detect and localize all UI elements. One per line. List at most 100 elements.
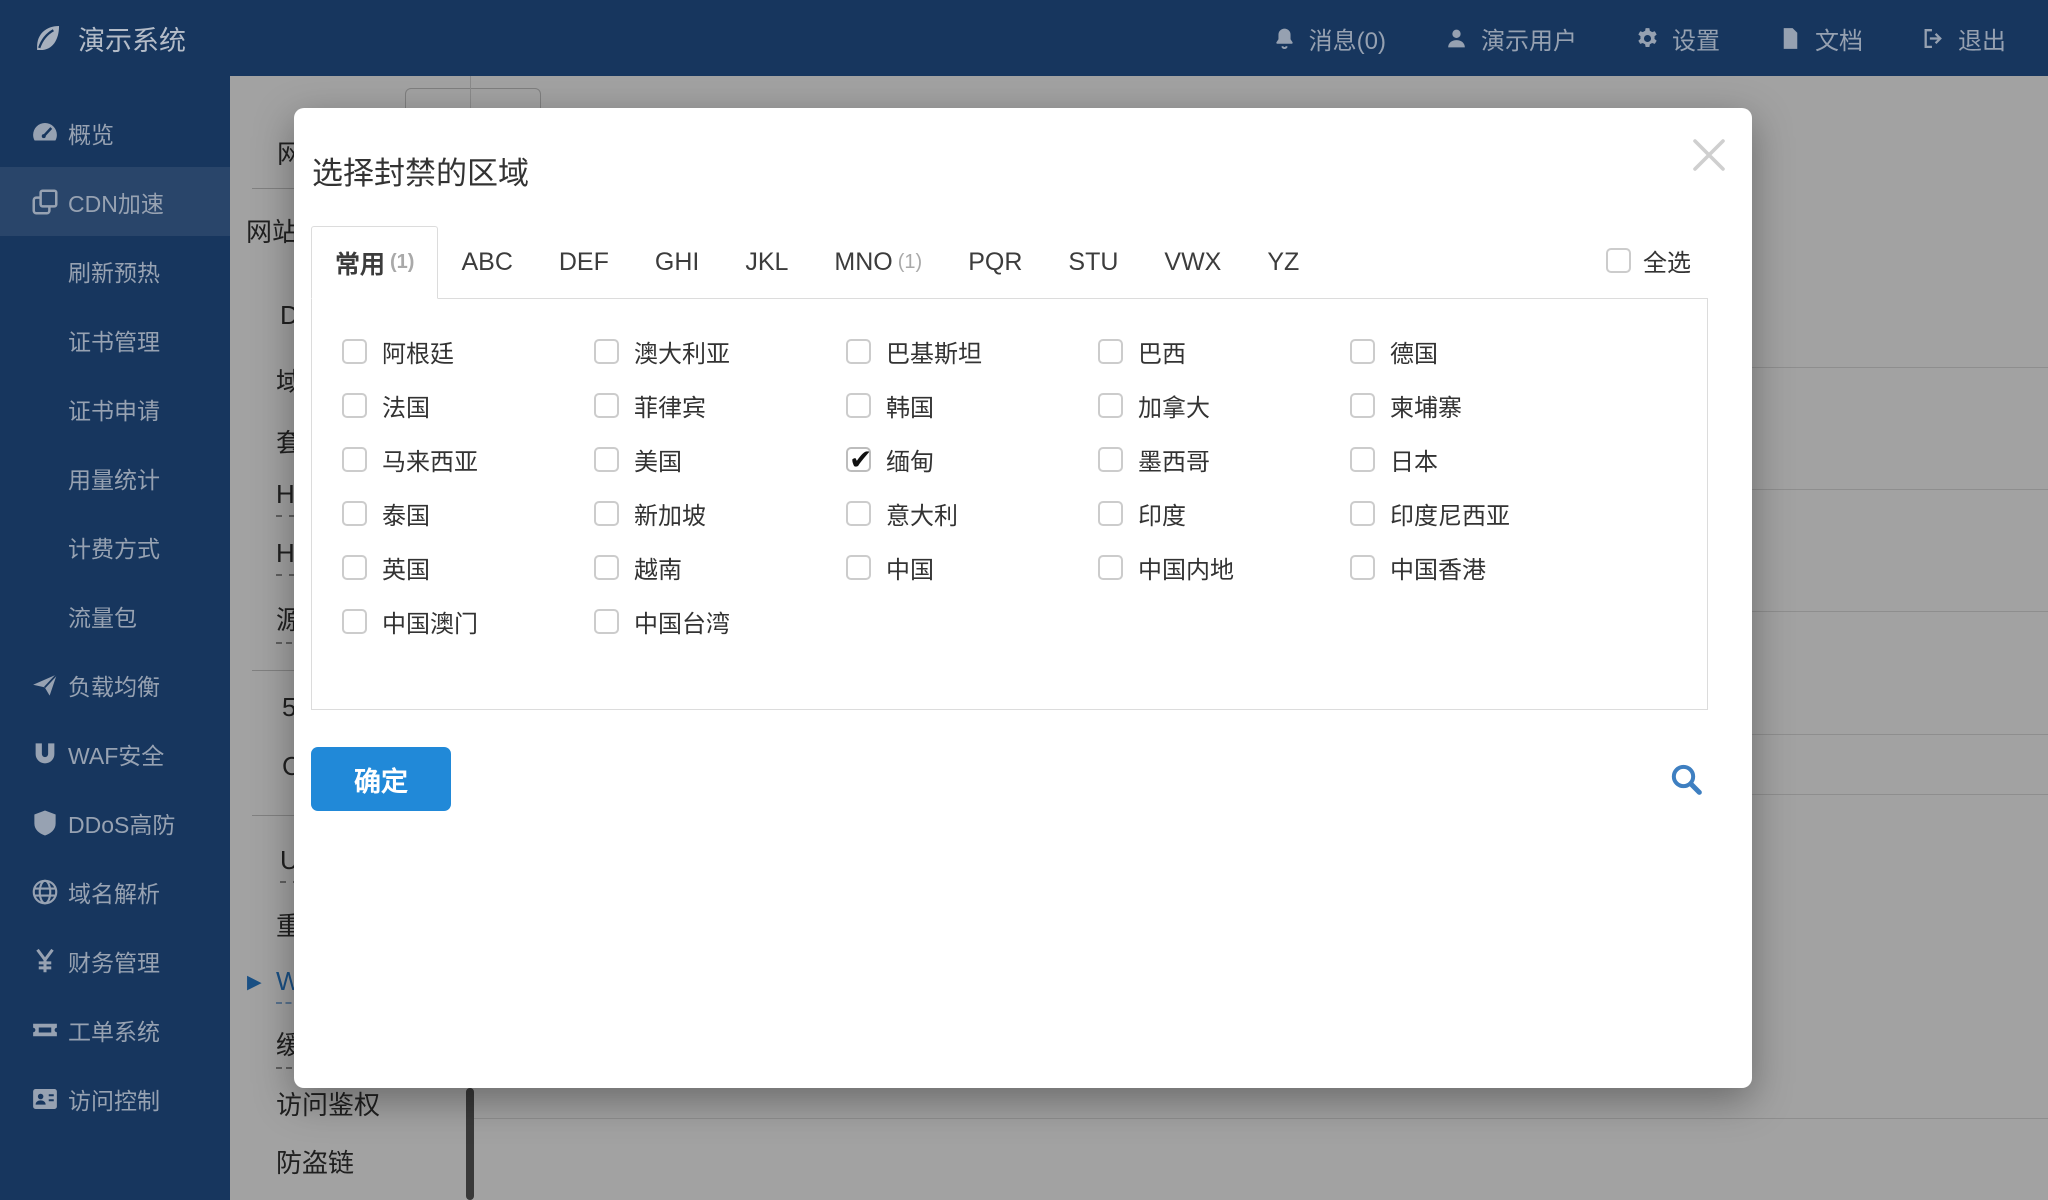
region-checkbox-item[interactable]: 缅甸 <box>846 432 1098 486</box>
region-checkbox[interactable] <box>342 393 367 418</box>
region-checkbox[interactable] <box>594 501 619 526</box>
tab-ghi[interactable]: GHI <box>632 226 722 299</box>
region-checkbox-item[interactable]: 韩国 <box>846 378 1098 432</box>
region-checkbox[interactable] <box>846 555 871 580</box>
region-checkbox[interactable] <box>1350 555 1375 580</box>
region-checkbox[interactable] <box>342 339 367 364</box>
region-checkbox-item[interactable]: 新加坡 <box>594 486 846 540</box>
region-checkbox[interactable] <box>1350 447 1375 472</box>
region-checkbox-item[interactable]: 日本 <box>1350 432 1602 486</box>
sidebar-item-finance[interactable]: 财务管理 <box>0 926 230 995</box>
region-checkbox[interactable] <box>846 339 871 364</box>
region-checkbox-item[interactable]: 印度 <box>1098 486 1350 540</box>
region-checkbox-item[interactable]: 印度尼西亚 <box>1350 486 1602 540</box>
search-button[interactable] <box>1666 759 1706 799</box>
region-checkbox[interactable] <box>594 609 619 634</box>
tab-abc[interactable]: ABC <box>438 226 535 299</box>
region-checkbox-item[interactable]: 美国 <box>594 432 846 486</box>
region-checkbox[interactable] <box>594 339 619 364</box>
sidebar-item-dns[interactable]: 域名解析 <box>0 857 230 926</box>
region-checkbox-item[interactable]: 澳大利亚 <box>594 324 846 378</box>
sidebar-item-usage[interactable]: 用量统计 <box>0 443 230 512</box>
tab-jkl[interactable]: JKL <box>722 226 811 299</box>
region-checkbox-item[interactable]: 中国香港 <box>1350 540 1602 594</box>
region-checkbox[interactable] <box>1350 339 1375 364</box>
tab-pqr[interactable]: PQR <box>945 226 1045 299</box>
select-all-checkbox[interactable] <box>1606 248 1631 273</box>
gauge-icon <box>27 118 63 148</box>
region-label: 中国 <box>886 550 934 585</box>
sidebar-item-ddos[interactable]: DDoS高防 <box>0 788 230 857</box>
tab-def[interactable]: DEF <box>536 226 632 299</box>
region-checkbox-item[interactable]: 英国 <box>342 540 594 594</box>
plane-icon <box>27 670 63 700</box>
region-checkbox[interactable] <box>846 447 871 472</box>
user-icon <box>1444 26 1469 51</box>
region-checkbox[interactable] <box>1098 555 1123 580</box>
region-checkbox-item[interactable]: 巴西 <box>1098 324 1350 378</box>
region-checkbox-item[interactable]: 墨西哥 <box>1098 432 1350 486</box>
region-checkbox[interactable] <box>342 447 367 472</box>
magnet-icon <box>27 739 63 769</box>
close-icon <box>1685 131 1733 179</box>
region-checkbox[interactable] <box>594 447 619 472</box>
nav-item-settings[interactable]: 设置 <box>1635 21 1720 56</box>
sidebar-item-access[interactable]: 访问控制 <box>0 1064 230 1133</box>
region-checkbox-item[interactable]: 越南 <box>594 540 846 594</box>
region-label: 美国 <box>634 442 682 477</box>
regions-panel: 阿根廷 澳大利亚 巴基斯坦 巴西 德国 法国 <box>311 298 1708 710</box>
confirm-button[interactable]: 确定 <box>311 747 451 811</box>
sidebar-item-refresh[interactable]: 刷新预热 <box>0 236 230 305</box>
region-checkbox-item[interactable]: 菲律宾 <box>594 378 846 432</box>
sidebar-item-load-balance[interactable]: 负载均衡 <box>0 650 230 719</box>
region-checkbox[interactable] <box>846 501 871 526</box>
region-checkbox-item[interactable]: 德国 <box>1350 324 1602 378</box>
sidebar-item-overview[interactable]: 概览 <box>0 98 230 167</box>
region-checkbox[interactable] <box>1098 393 1123 418</box>
region-checkbox-item[interactable]: 泰国 <box>342 486 594 540</box>
nav-item-docs[interactable]: 文档 <box>1778 21 1863 56</box>
nav-item-messages[interactable]: 消息(0) <box>1272 21 1386 56</box>
sidebar-item-cert-manage[interactable]: 证书管理 <box>0 305 230 374</box>
region-checkbox[interactable] <box>342 555 367 580</box>
region-checkbox-item[interactable]: 法国 <box>342 378 594 432</box>
close-button[interactable] <box>1685 131 1733 179</box>
region-checkbox-item[interactable]: 中国内地 <box>1098 540 1350 594</box>
region-checkbox-item[interactable]: 中国澳门 <box>342 594 594 648</box>
region-checkbox-item[interactable]: 阿根廷 <box>342 324 594 378</box>
sidebar-item-tickets[interactable]: 工单系统 <box>0 995 230 1064</box>
region-checkbox[interactable] <box>594 393 619 418</box>
sidebar-item-waf[interactable]: WAF安全 <box>0 719 230 788</box>
region-checkbox[interactable] <box>846 393 871 418</box>
region-checkbox-item[interactable]: 巴基斯坦 <box>846 324 1098 378</box>
region-label: 马来西亚 <box>382 442 478 477</box>
region-checkbox-item[interactable]: 加拿大 <box>1098 378 1350 432</box>
tab-mno[interactable]: MNO (1) <box>811 226 945 299</box>
region-checkbox[interactable] <box>1350 501 1375 526</box>
tab-stu[interactable]: STU <box>1045 226 1141 299</box>
region-checkbox[interactable] <box>342 609 367 634</box>
region-checkbox-item[interactable]: 马来西亚 <box>342 432 594 486</box>
region-checkbox[interactable] <box>1098 339 1123 364</box>
sidebar-item-cdn[interactable]: CDN加速 <box>0 167 230 236</box>
region-checkbox[interactable] <box>1098 447 1123 472</box>
region-label: 日本 <box>1390 442 1438 477</box>
region-checkbox[interactable] <box>342 501 367 526</box>
region-checkbox[interactable] <box>1098 501 1123 526</box>
region-checkbox[interactable] <box>1350 393 1375 418</box>
tab-vwx[interactable]: VWX <box>1141 226 1244 299</box>
region-checkbox-item[interactable]: 意大利 <box>846 486 1098 540</box>
sidebar-item-billing[interactable]: 计费方式 <box>0 512 230 581</box>
tab-yz[interactable]: YZ <box>1244 226 1322 299</box>
region-checkbox-item[interactable]: 中国台湾 <box>594 594 846 648</box>
nav-item-user[interactable]: 演示用户 <box>1444 21 1577 56</box>
region-checkbox-item[interactable]: 柬埔寨 <box>1350 378 1602 432</box>
select-all-control[interactable]: 全选 <box>1606 244 1691 276</box>
region-checkbox[interactable] <box>594 555 619 580</box>
sidebar-item-cert-apply[interactable]: 证书申请 <box>0 374 230 443</box>
region-label: 新加坡 <box>634 496 706 531</box>
region-checkbox-item[interactable]: 中国 <box>846 540 1098 594</box>
nav-item-logout[interactable]: 退出 <box>1921 21 2006 56</box>
sidebar-item-traffic-pack[interactable]: 流量包 <box>0 581 230 650</box>
tab-common[interactable]: 常用 (1) <box>311 226 438 299</box>
